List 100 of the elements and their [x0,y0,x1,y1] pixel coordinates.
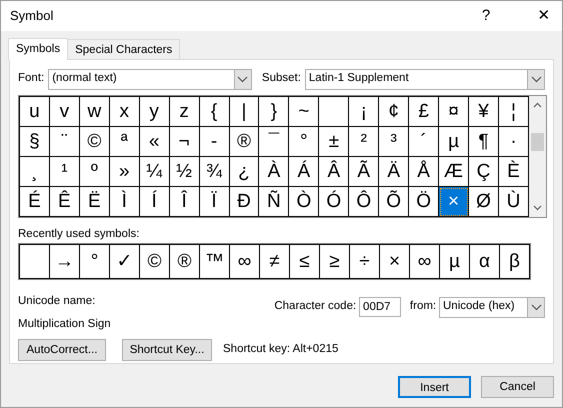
symbol-cell[interactable]: µ [440,244,470,279]
symbol-cell[interactable]: ¨ [49,126,80,156]
symbol-cell[interactable]: ° [288,126,319,156]
symbol-cell[interactable]: « [139,126,170,156]
symbol-cell[interactable]: ³ [378,126,409,156]
tab[interactable]: Symbols [8,38,68,60]
symbol-cell[interactable]: Ø [468,186,498,216]
dialog-button[interactable]: Shortcut Key... [122,339,212,361]
dropdown[interactable]: (normal text) [48,68,252,90]
symbol-cell[interactable]: ¬ [169,126,200,156]
field-label: Subset: [262,71,301,86]
empty-symbol-cell[interactable] [20,244,50,279]
symbol-cell[interactable]: x [109,96,140,126]
symbol-cell[interactable]: º [79,156,110,186]
symbol-cell[interactable]: µ [438,126,469,156]
symbol-cell[interactable]: ¼ [139,156,170,186]
symbol-cell[interactable]: × [380,244,410,279]
symbol-cell[interactable]: β [500,244,530,279]
dropdown[interactable]: Latin-1 Supplement [304,68,545,90]
symbol-cell[interactable]: ÷ [350,244,380,279]
symbol-cell[interactable]: » [109,156,140,186]
scroll-up-icon[interactable] [533,102,542,108]
field-label: Unicode name: [18,294,96,308]
symbol-cell[interactable]: ™ [200,244,230,279]
symbol-cell[interactable]: Ç [468,156,498,186]
symbol-cell[interactable]: Î [169,186,200,216]
symbol-cell[interactable]: Ð [229,186,259,216]
character-code-field[interactable]: 00D7 [359,297,402,317]
symbol-cell[interactable]: ´ [408,126,439,156]
symbol-cell[interactable]: α [470,244,500,279]
symbol-cell[interactable]: ∞ [230,244,260,279]
close-button[interactable]: ✕ [526,4,562,28]
symbol-cell[interactable]: z [169,96,200,126]
symbol-cell[interactable]: ® [229,126,259,156]
symbol-cell[interactable]: Â [318,156,349,186]
window-title: Symbol [10,7,54,26]
symbol-cell[interactable]: Í [139,186,170,216]
symbol-cell[interactable]: Ê [49,186,80,216]
symbol-cell[interactable]: Ó [318,186,349,216]
symbol-cell[interactable]: → [50,244,80,279]
symbol-cell[interactable]: y [139,96,170,126]
scroll-thumb[interactable] [531,132,544,150]
symbol-cell[interactable]: ¥ [468,96,498,126]
symbol-cell[interactable]: À [258,156,289,186]
symbol-cell[interactable]: Ë [79,186,110,216]
scroll-down-icon[interactable] [533,205,542,211]
symbol-cell[interactable]: ✓ [110,244,140,279]
symbol-cell[interactable]: ¾ [199,156,230,186]
help-button[interactable]: ? [468,4,504,28]
symbol-cell[interactable]: Ñ [258,186,289,216]
symbol-cell[interactable]: Á [288,156,319,186]
symbol-cell[interactable]: } [258,96,289,126]
symbol-cell[interactable]: w [79,96,110,126]
field-label: Font: [18,71,44,86]
symbol-cell[interactable]: ² [348,126,379,156]
dialog-button[interactable]: Insert [398,376,471,398]
dialog-button[interactable]: Cancel [481,376,554,398]
symbol-cell[interactable]: Ô [348,186,379,216]
symbol-cell[interactable]: ≤ [290,244,320,279]
symbol-cell[interactable]: Å [408,156,439,186]
symbol-cell[interactable]: ¢ [378,96,409,126]
symbol-cell[interactable]: Ï [199,186,230,216]
scrollbar[interactable] [529,96,546,217]
symbol-cell[interactable]: ± [318,126,349,156]
symbol-cell[interactable]: Õ [378,186,409,216]
symbol-cell[interactable]: { [199,96,230,126]
empty-symbol-cell[interactable] [318,96,349,126]
symbol-cell[interactable]: Ò [288,186,319,216]
symbol-cell[interactable]: ~ [288,96,319,126]
section-label: Recently used symbols: [18,227,140,242]
symbol-cell[interactable]: ≥ [320,244,350,279]
symbol-cell[interactable]: ¤ [438,96,469,126]
symbol-cell[interactable]: ≠ [260,244,290,279]
symbol-cell[interactable]: ¿ [229,156,259,186]
symbol-cell[interactable]: ª [109,126,140,156]
dropdown[interactable]: Unicode (hex) [439,296,545,318]
symbol-cell[interactable]: ¹ [49,156,80,186]
symbol-cell[interactable]: Ì [109,186,140,216]
symbol-cell[interactable]: ½ [169,156,200,186]
symbol-cell[interactable]: © [79,126,110,156]
symbol-cell[interactable]: u [20,96,50,126]
symbol-cell[interactable]: - [199,126,230,156]
symbol-cell[interactable]: × [438,186,469,216]
symbol-cell[interactable]: © [140,244,170,279]
symbol-cell[interactable]: £ [408,96,439,126]
symbol-cell[interactable]: ∞ [410,244,440,279]
symbol-cell[interactable]: ° [80,244,110,279]
symbol-cell[interactable]: ¶ [468,126,498,156]
symbol-cell[interactable]: ® [170,244,200,279]
symbol-cell[interactable]: ¸ [20,156,50,186]
symbol-cell[interactable]: v [49,96,80,126]
dialog-button[interactable]: AutoCorrect... [18,339,106,361]
symbol-cell[interactable]: É [20,186,50,216]
symbol-cell[interactable]: Ä [378,156,409,186]
tab[interactable]: Special Characters [67,39,180,59]
symbol-cell[interactable]: Ã [348,156,379,186]
symbol-cell[interactable]: | [229,96,259,126]
symbol-cell[interactable]: ¯ [258,126,289,156]
symbol-cell[interactable]: ¡ [348,96,379,126]
symbol-cell[interactable]: § [20,126,50,156]
